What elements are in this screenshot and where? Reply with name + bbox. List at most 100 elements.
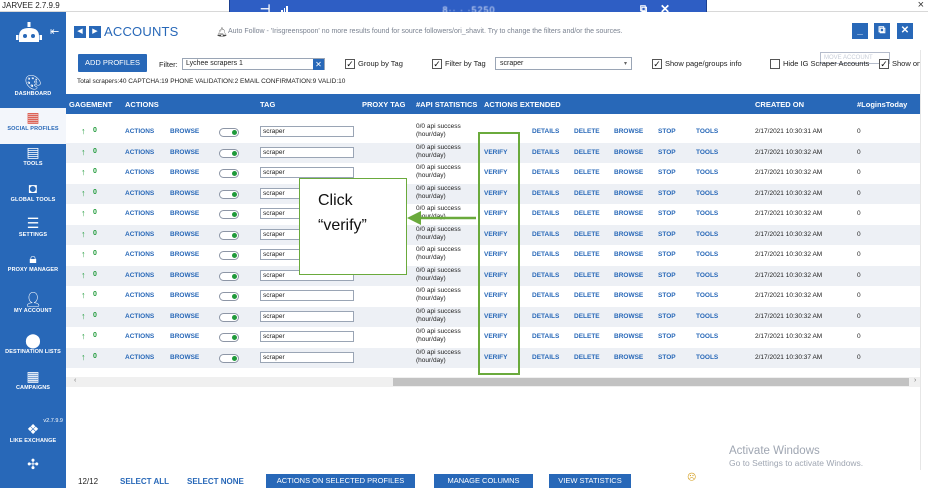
table-row[interactable]: ↑ 0 ACTIONS BROWSE VERIFY DETAILS DELETE BROWSE… — [66, 306, 920, 327]
verify-link[interactable]: VERIFY — [484, 190, 507, 197]
show-on-checkbox[interactable]: ✓ — [879, 59, 889, 69]
tools-link[interactable]: TOOLS — [696, 149, 718, 156]
engagement-count[interactable]: 0 — [93, 353, 97, 360]
stop-link[interactable]: STOP — [658, 354, 676, 361]
tools-link[interactable]: TOOLS — [696, 354, 718, 361]
stop-link[interactable]: STOP — [658, 169, 676, 176]
engagement-count[interactable]: 0 — [93, 271, 97, 278]
details-link[interactable]: DETAILS — [532, 190, 559, 197]
tools-link[interactable]: TOOLS — [696, 210, 718, 217]
tag-field[interactable]: scraper — [260, 331, 354, 342]
table-row[interactable]: ↑ 0 ACTIONS BROWSE DETAILS DELETE BROWSE STOP TO… — [66, 122, 920, 143]
next-arrow-icon[interactable]: ▶ — [89, 26, 101, 38]
tag-field[interactable]: scraper — [260, 290, 354, 301]
actions-link[interactable]: ACTIONS — [125, 210, 154, 217]
sidebar-item-like-exchange[interactable]: ❖ LIKE EXCHANGE — [0, 420, 66, 456]
tools-link[interactable]: TOOLS — [696, 190, 718, 197]
stop-link[interactable]: STOP — [658, 272, 676, 279]
details-link[interactable]: DETAILS — [532, 292, 559, 299]
engagement-count[interactable]: 0 — [93, 230, 97, 237]
stop-link[interactable]: STOP — [658, 128, 676, 135]
col-logins-today[interactable]: #LoginsToday — [857, 100, 907, 109]
browse-link[interactable]: BROWSE — [170, 231, 199, 238]
verify-link[interactable]: VERIFY — [484, 272, 507, 279]
actions-link[interactable]: ACTIONS — [125, 190, 154, 197]
show-page-groups-checkbox[interactable]: ✓ — [652, 59, 662, 69]
browse-link[interactable]: BROWSE — [170, 251, 199, 258]
verify-link[interactable]: VERIFY — [484, 210, 507, 217]
manage-columns-button[interactable]: MANAGE COLUMNS — [434, 474, 533, 488]
verify-link[interactable]: VERIFY — [484, 231, 507, 238]
table-row[interactable]: ↑ 0 ACTIONS BROWSE VERIFY DETAILS DELETE BROWSE… — [66, 183, 920, 204]
browse-link[interactable]: BROWSE — [170, 292, 199, 299]
scroll-left-icon[interactable]: ‹ — [74, 377, 76, 384]
hide-ig-scraper-checkbox[interactable] — [770, 59, 780, 69]
verify-link[interactable]: VERIFY — [484, 292, 507, 299]
actions-link[interactable]: ACTIONS — [125, 272, 154, 279]
table-row[interactable]: ↑ 0 ACTIONS BROWSE VERIFY DETAILS DELETE BROWSE… — [66, 163, 920, 184]
engagement-count[interactable]: 0 — [93, 148, 97, 155]
tools-link[interactable]: TOOLS — [696, 333, 718, 340]
stop-link[interactable]: STOP — [658, 251, 676, 258]
details-link[interactable]: DETAILS — [532, 333, 559, 340]
engagement-count[interactable]: 0 — [93, 209, 97, 216]
delete-link[interactable]: DELETE — [574, 169, 600, 176]
delete-link[interactable]: DELETE — [574, 272, 600, 279]
engagement-count[interactable]: 0 — [93, 332, 97, 339]
col-created-on[interactable]: CREATED ON — [755, 100, 804, 109]
col-engagement[interactable]: GAGEMENT — [69, 100, 112, 109]
browse-extended-link[interactable]: BROWSE — [614, 272, 643, 279]
table-row[interactable]: ↑ 0 ACTIONS BROWSE VERIFY DETAILS DELETE BROWSE… — [66, 327, 920, 348]
delete-link[interactable]: DELETE — [574, 292, 600, 299]
actions-link[interactable]: ACTIONS — [125, 333, 154, 340]
delete-link[interactable]: DELETE — [574, 128, 600, 135]
browse-extended-link[interactable]: BROWSE — [614, 251, 643, 258]
sidebar-item-global-tools[interactable]: ◘ GLOBAL TOOLS — [0, 179, 66, 215]
table-row[interactable]: ↑ 0 ACTIONS BROWSE VERIFY DETAILS DELETE BROWSE… — [66, 142, 920, 163]
actions-link[interactable]: ACTIONS — [125, 313, 154, 320]
actions-link[interactable]: ACTIONS — [125, 169, 154, 176]
details-link[interactable]: DETAILS — [532, 128, 559, 135]
engagement-count[interactable]: 0 — [93, 127, 97, 134]
browse-extended-link[interactable]: BROWSE — [614, 313, 643, 320]
sidebar-item-campaigns[interactable]: ▦ CAMPAIGNS — [0, 367, 66, 403]
browse-link[interactable]: BROWSE — [170, 354, 199, 361]
tools-link[interactable]: TOOLS — [696, 231, 718, 238]
browse-link[interactable]: BROWSE — [170, 169, 199, 176]
actions-link[interactable]: ACTIONS — [125, 128, 154, 135]
clear-filter-icon[interactable]: ✕ — [313, 59, 324, 70]
browse-extended-link[interactable]: BROWSE — [614, 231, 643, 238]
details-link[interactable]: DETAILS — [532, 210, 559, 217]
engagement-count[interactable]: 0 — [93, 189, 97, 196]
minimize-icon[interactable]: _ — [852, 23, 868, 39]
horizontal-scrollbar[interactable]: ‹ › — [66, 377, 920, 387]
browse-link[interactable]: BROWSE — [170, 272, 199, 279]
account-toggle[interactable] — [219, 189, 239, 199]
details-link[interactable]: DETAILS — [532, 149, 559, 156]
table-row[interactable]: ↑ 0 ACTIONS BROWSE VERIFY DETAILS DELETE BROWSE… — [66, 265, 920, 286]
browse-extended-link[interactable]: BROWSE — [614, 149, 643, 156]
details-link[interactable]: DETAILS — [532, 169, 559, 176]
actions-link[interactable]: ACTIONS — [125, 251, 154, 258]
verify-link[interactable]: VERIFY — [484, 251, 507, 258]
delete-link[interactable]: DELETE — [574, 313, 600, 320]
account-toggle[interactable] — [219, 148, 239, 158]
actions-link[interactable]: ACTIONS — [125, 231, 154, 238]
delete-link[interactable]: DELETE — [574, 210, 600, 217]
sidebar-item-tools[interactable]: ▤ TOOLS — [0, 143, 66, 179]
tag-field[interactable]: scraper — [260, 351, 354, 363]
verify-link[interactable]: VERIFY — [484, 169, 507, 176]
col-actions-extended[interactable]: ACTIONS EXTENDED — [484, 100, 561, 109]
col-proxy-tag[interactable]: PROXY TAG — [362, 100, 405, 109]
scroll-right-icon[interactable]: › — [914, 377, 916, 384]
col-tag[interactable]: TAG — [260, 100, 275, 109]
browse-link[interactable]: BROWSE — [170, 333, 199, 340]
group-by-tag-checkbox[interactable]: ✓ — [345, 59, 355, 69]
browse-link[interactable]: BROWSE — [170, 210, 199, 217]
browse-link[interactable]: BROWSE — [170, 149, 199, 156]
stop-link[interactable]: STOP — [658, 231, 676, 238]
sidebar-item-dashboard[interactable]: 🎨︎ DASHBOARD — [0, 73, 66, 109]
verify-link[interactable]: VERIFY — [484, 313, 507, 320]
table-row[interactable]: ↑ 0 ACTIONS BROWSE VERIFY DETAILS DELETE BROWSE… — [66, 224, 920, 245]
account-toggle[interactable] — [219, 353, 239, 363]
